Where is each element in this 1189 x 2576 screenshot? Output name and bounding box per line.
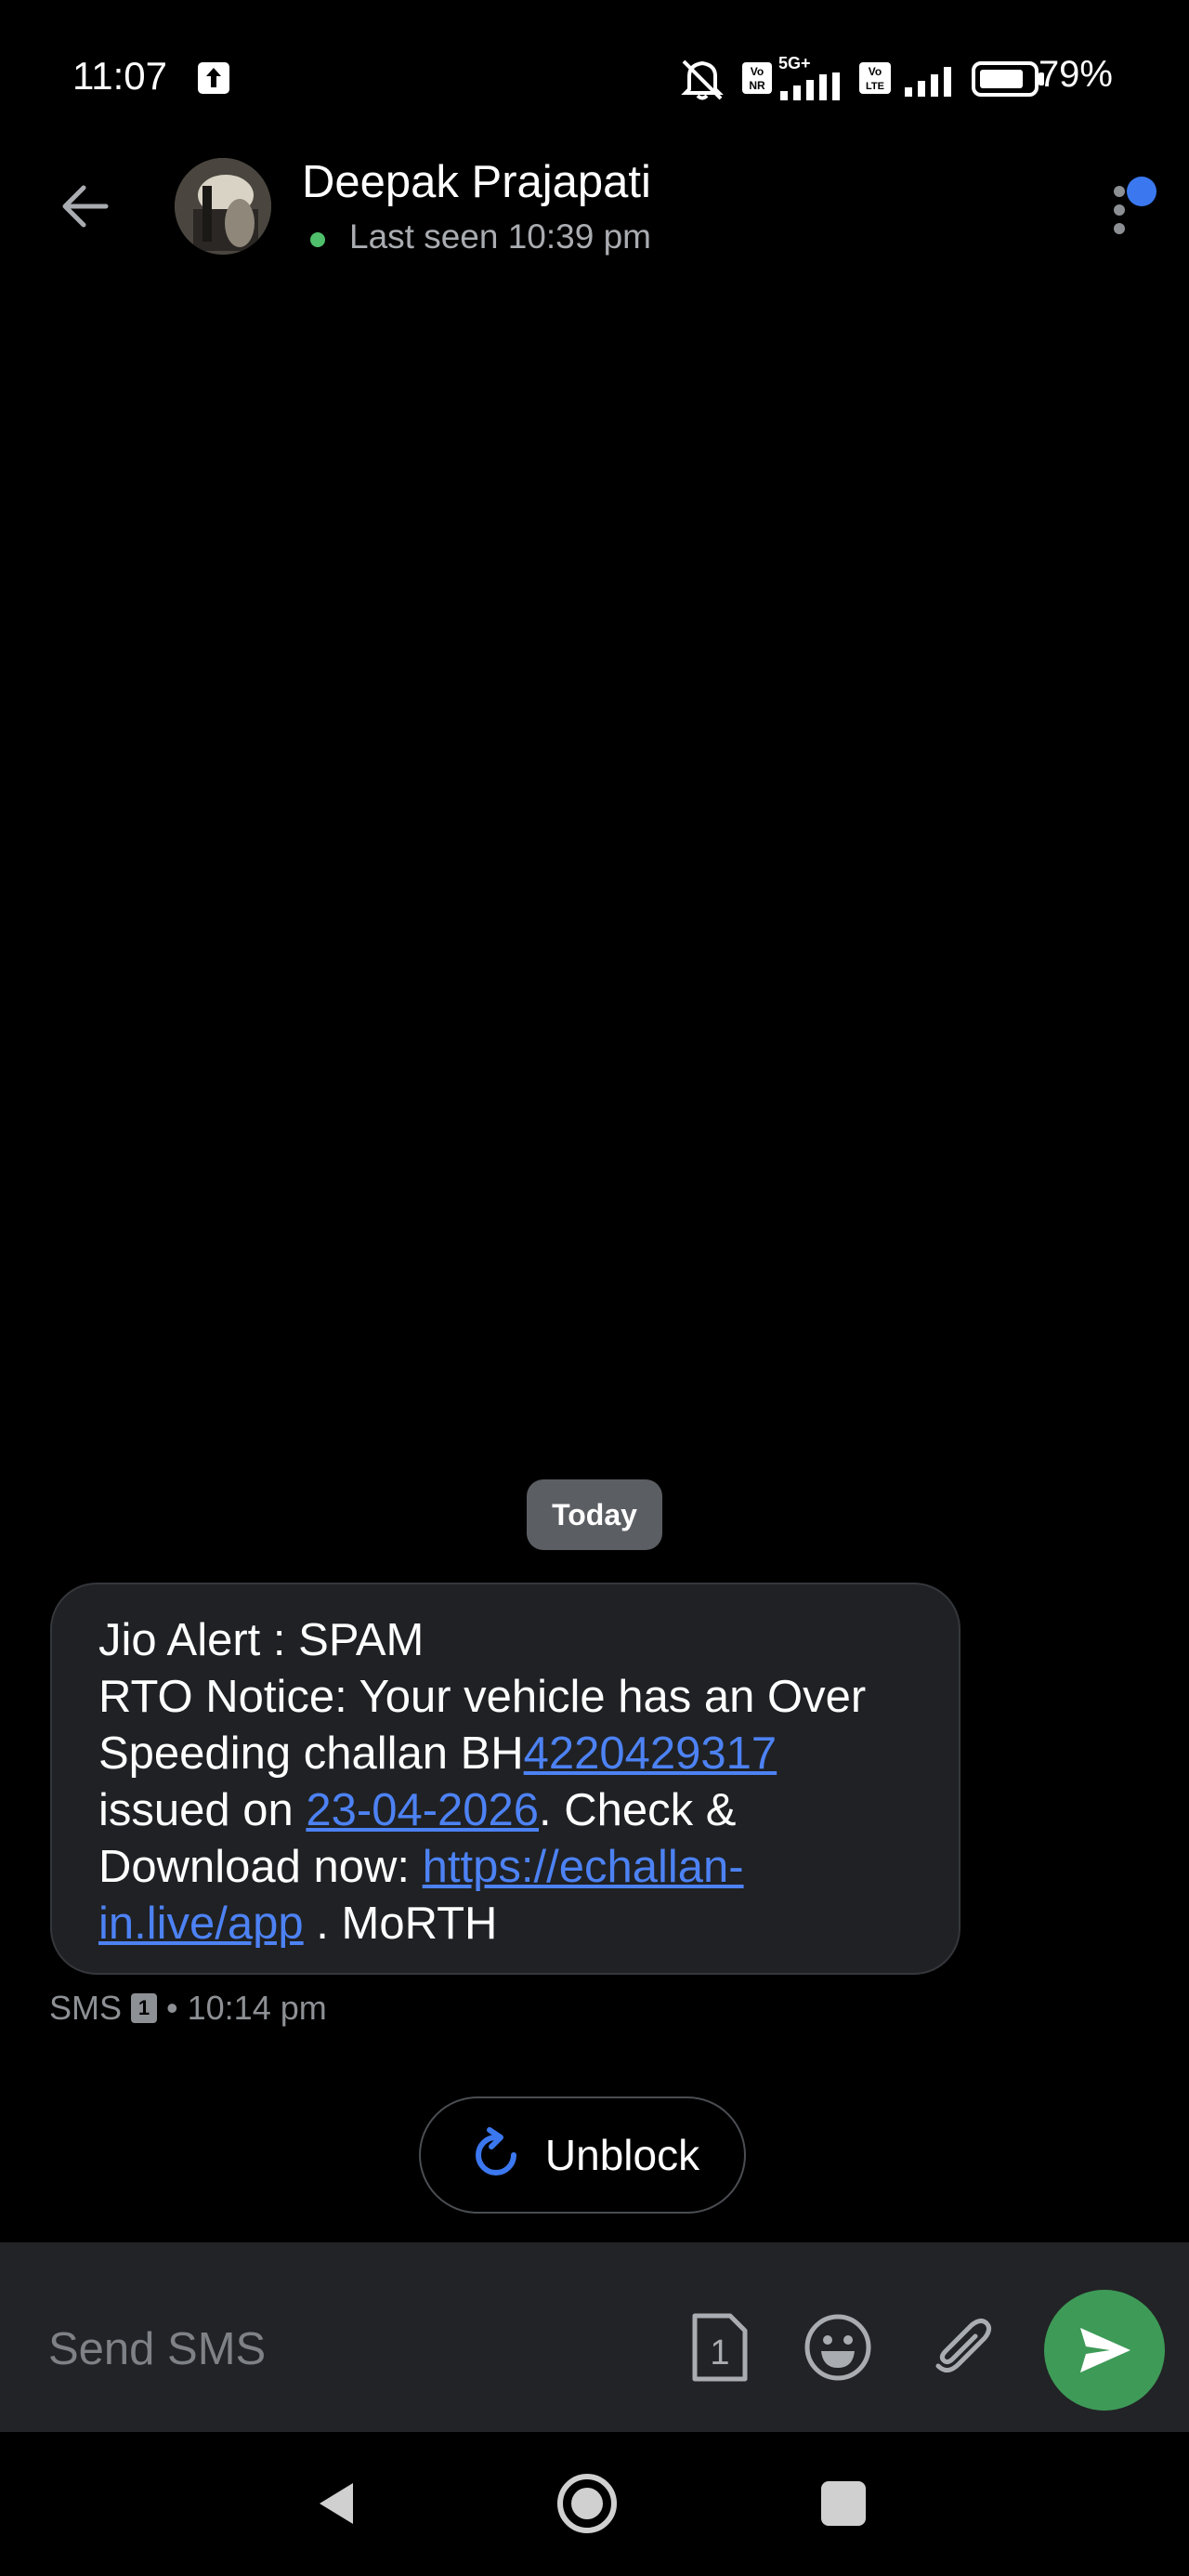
online-status-dot xyxy=(310,232,325,247)
menu-dot xyxy=(1114,186,1125,197)
message-channel: SMS xyxy=(49,1989,123,2027)
challan-number-link[interactable]: 4220429317 xyxy=(524,1728,777,1779)
status-icons: Vo NR 5G+ Vo LTE xyxy=(676,54,1048,102)
more-options-menu[interactable] xyxy=(1101,173,1156,243)
last-seen-status: Last seen 10:39 pm xyxy=(349,217,651,256)
date-separator: Today xyxy=(527,1479,662,1550)
svg-text:NR: NR xyxy=(749,79,765,92)
message-bubble[interactable]: Jio Alert : SPAM RTO Notice: Your vehicl… xyxy=(50,1583,960,1975)
volte-nr-icon: Vo NR xyxy=(742,62,772,94)
attachment-icon[interactable] xyxy=(927,2312,998,2383)
signal-icon xyxy=(905,67,951,97)
nav-back-icon[interactable] xyxy=(312,2477,364,2530)
silent-icon xyxy=(681,59,724,100)
upload-icon xyxy=(198,62,229,94)
nav-home-icon[interactable] xyxy=(555,2472,619,2535)
status-time: 11:07 xyxy=(72,54,167,98)
send-icon xyxy=(1080,2328,1130,2372)
network-type: 5G+ xyxy=(778,54,811,72)
date-link[interactable]: 23-04-2026 xyxy=(306,1785,539,1835)
signal-icon xyxy=(780,72,840,100)
message-time: 10:14 pm xyxy=(187,1989,327,2027)
message-text: . MoRTH xyxy=(303,1899,498,1949)
emoji-icon[interactable] xyxy=(803,2312,873,2383)
unblock-button[interactable]: Unblock xyxy=(419,2096,746,2214)
menu-dot xyxy=(1114,204,1125,216)
refresh-icon xyxy=(475,2127,516,2175)
spam-alert-label: Jio Alert : SPAM xyxy=(98,1615,425,1665)
battery-percentage: 79% xyxy=(1038,54,1113,95)
meta-separator: • xyxy=(166,1989,178,2027)
volte-lte-icon: Vo LTE xyxy=(859,62,891,94)
sim-number: 1 xyxy=(710,2333,729,2372)
svg-text:Vo: Vo xyxy=(869,65,882,78)
battery-icon xyxy=(972,61,1044,97)
sim-select-icon[interactable]: 1 xyxy=(687,2312,751,2383)
contact-name[interactable]: Deepak Prajapati xyxy=(302,156,651,208)
avatar[interactable] xyxy=(175,158,271,255)
message-text: issued on xyxy=(98,1785,307,1835)
send-button[interactable] xyxy=(1044,2290,1165,2411)
sim-icon: 1 xyxy=(131,1993,158,2023)
svg-text:Vo: Vo xyxy=(751,65,764,78)
svg-text:LTE: LTE xyxy=(866,81,884,92)
notification-badge xyxy=(1127,177,1156,206)
message-input[interactable]: Send SMS xyxy=(48,2323,266,2375)
menu-dot xyxy=(1114,223,1125,234)
nav-recents-icon[interactable] xyxy=(821,2481,866,2526)
unblock-label: Unblock xyxy=(544,2131,700,2179)
back-arrow-icon[interactable] xyxy=(56,177,115,236)
message-meta: SMS 1 • 10:14 pm xyxy=(49,1989,327,2028)
